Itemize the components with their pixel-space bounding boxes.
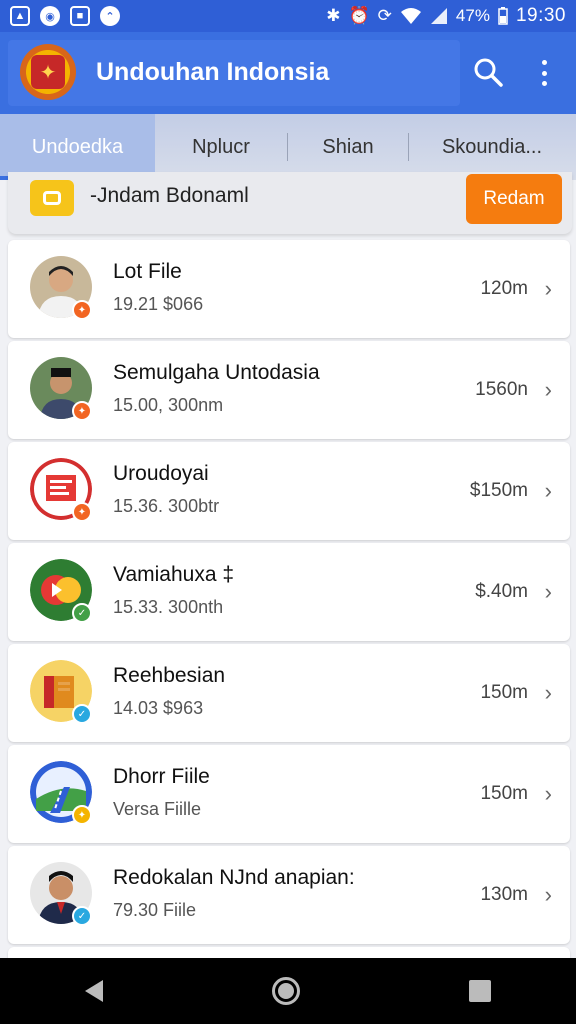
status-badge: ✓: [72, 603, 92, 623]
item-title: Dhorr Fiile: [113, 765, 210, 788]
wifi-icon: [400, 8, 421, 24]
item-size: $150m: [469, 480, 528, 501]
file-list: ✦ Lot File 19.21 $066 120m › ✦ Semulgaha…: [8, 240, 570, 970]
item-subtitle: 19.21 $066: [113, 294, 204, 314]
app-bar: ✦ Undouhan Indonsia: [0, 32, 576, 114]
banner-text: -Jndam Bdonaml: [90, 184, 249, 207]
item-subtitle: Versa Fiille: [113, 799, 202, 819]
list-item[interactable]: ✦ Semulgaha Untodasia 15.00, 300nm 1560n…: [8, 341, 570, 439]
list-item[interactable]: ✦ Uroudoyai 15.36. 300btr $150m ›: [8, 442, 570, 540]
tab-skoundia[interactable]: Skoundia...: [409, 114, 575, 180]
list-item[interactable]: ✓ Reehbesian 14.03 $963 150m ›: [8, 644, 570, 742]
item-subtitle: 15.36. 300btr: [113, 496, 220, 516]
item-subtitle: 79.30 Fiile: [113, 900, 197, 920]
tab-nplucr[interactable]: Nplucr: [155, 114, 287, 180]
item-size: 1560n: [475, 379, 528, 400]
item-title: Semulgaha Untodasia: [113, 361, 320, 384]
status-badge: ✦: [72, 502, 92, 522]
more-vert-icon[interactable]: [530, 56, 558, 90]
battery-level: 47%: [455, 6, 490, 25]
tab-shian[interactable]: Shian: [288, 114, 408, 180]
item-subtitle: 15.33. 300nth: [113, 597, 224, 617]
promo-banner: -Jndam Bdonaml Redam: [8, 172, 572, 234]
status-badge: ✓: [72, 704, 92, 724]
item-size: 150m: [480, 682, 528, 703]
chevron-right-icon: ›: [544, 579, 552, 604]
item-size: 120m: [480, 278, 528, 299]
clock: 19:30: [515, 5, 566, 26]
status-badge: ✦: [72, 805, 92, 825]
chat-icon: [30, 180, 74, 216]
list-item[interactable]: ✓ Redokalan NJnd anapian: 79.30 Fiile 13…: [8, 846, 570, 944]
status-badge: ✦: [72, 401, 92, 421]
battery-icon: [498, 7, 508, 25]
status-badge: ✓: [72, 906, 92, 926]
item-title: Redokalan NJnd anapian:: [113, 866, 355, 889]
search-icon[interactable]: [470, 54, 506, 90]
item-subtitle: 14.03 $963: [113, 698, 204, 718]
tab-bar: Undoedka Nplucr Shian Skoundia...: [0, 114, 576, 180]
chevron-right-icon: ›: [544, 478, 552, 503]
item-subtitle: 15.00, 300nm: [113, 395, 224, 415]
signal-icon: [430, 8, 447, 24]
item-title: Uroudoyai: [113, 462, 209, 485]
bluetooth-icon: ✱: [326, 6, 341, 25]
circle-icon: ⌃: [100, 6, 120, 26]
chevron-right-icon: ›: [544, 377, 552, 402]
back-icon[interactable]: [84, 980, 103, 1002]
system-nav-bar: [0, 958, 576, 1024]
app-icon: ■: [70, 6, 90, 26]
chevron-right-icon: ›: [544, 781, 552, 806]
list-item[interactable]: ✦ Dhorr Fiile Versa Fiille 150m ›: [8, 745, 570, 843]
redam-button[interactable]: Redam: [466, 174, 562, 224]
chevron-right-icon: ›: [544, 680, 552, 705]
list-item[interactable]: ✓ Vamiahuxa ‡ 15.33. 300nth $.40m ›: [8, 543, 570, 641]
tab-undoedka[interactable]: Undoedka: [0, 114, 155, 180]
sync-icon: ⟳: [377, 6, 392, 25]
item-title: Lot File: [113, 260, 182, 283]
item-size: $.40m: [475, 581, 528, 602]
item-size: 150m: [480, 783, 528, 804]
settings-icon: ◉: [40, 6, 60, 26]
item-size: 130m: [480, 884, 528, 905]
recents-icon[interactable]: [469, 980, 492, 1002]
list-item[interactable]: ✦ Lot File 19.21 $066 120m ›: [8, 240, 570, 338]
chevron-right-icon: ›: [544, 276, 552, 301]
chevron-right-icon: ›: [544, 882, 552, 907]
status-badge: ✦: [72, 300, 92, 320]
status-bar: ▲ ◉ ■ ⌃ ✱ ⏰ ⟳ 47% 19:30: [0, 0, 576, 32]
photo-icon: ▲: [10, 6, 30, 26]
alarm-icon: ⏰: [348, 6, 370, 25]
home-icon[interactable]: [271, 977, 300, 1005]
item-title: Reehbesian: [113, 664, 226, 687]
item-title: Vamiahuxa ‡: [113, 563, 235, 586]
app-title: Undouhan Indonsia: [96, 58, 330, 86]
emblem-icon: ✦: [20, 44, 76, 100]
